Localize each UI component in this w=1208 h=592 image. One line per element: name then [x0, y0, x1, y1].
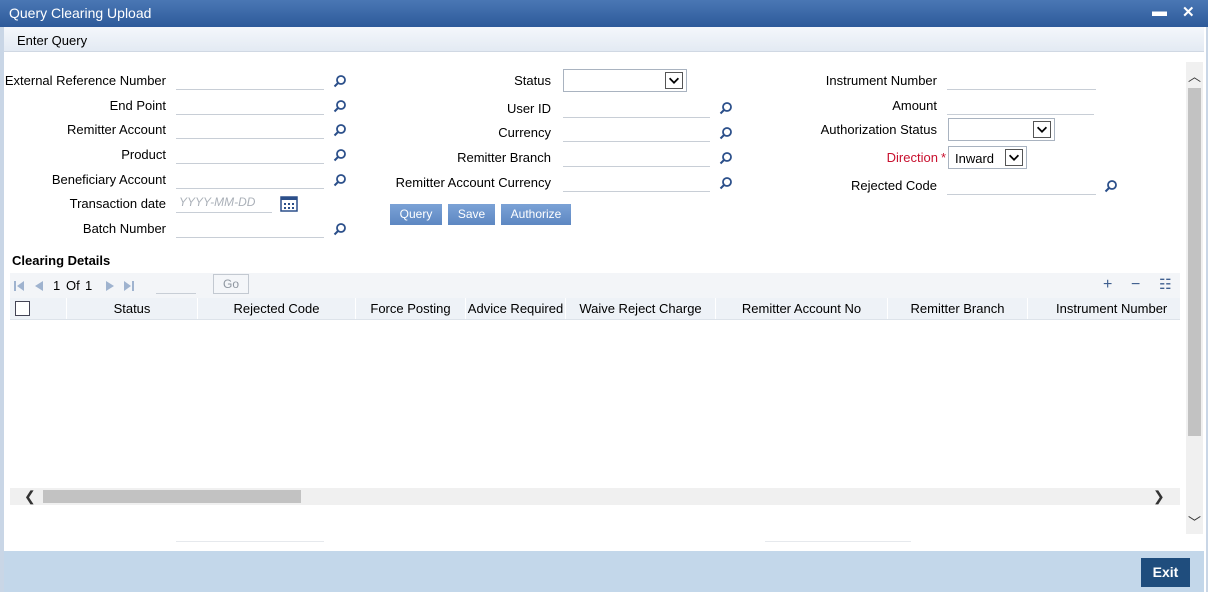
footer-bar: Exit [4, 551, 1204, 592]
add-row-icon[interactable]: + [1103, 276, 1112, 294]
last-page-icon[interactable] [122, 279, 136, 293]
amount-input[interactable] [947, 93, 1094, 115]
beneficiary-account-input[interactable] [176, 167, 324, 189]
instrument-number-label: Instrument Number [825, 73, 937, 88]
end-point-label: End Point [109, 98, 166, 113]
menu-bar: Enter Query [4, 27, 1204, 52]
grid-header: Status Rejected Code Force Posting Advic… [10, 298, 1180, 320]
beneficiary-account-label: Beneficiary Account [51, 172, 166, 187]
select-all-checkbox[interactable] [15, 301, 30, 316]
chevron-down-icon[interactable] [665, 72, 683, 89]
authorization-status-label: Authorization Status [820, 122, 937, 137]
remitter-account-label: Remitter Account [67, 122, 166, 137]
search-icon[interactable] [1104, 179, 1118, 193]
search-icon[interactable] [333, 173, 347, 187]
scroll-up-icon[interactable]: ︿ [1188, 66, 1201, 85]
window-title: Query Clearing Upload [9, 5, 152, 21]
search-icon[interactable] [333, 74, 347, 88]
column-header[interactable]: Remitter Branch [888, 298, 1028, 319]
transaction-date-label: Transaction date [69, 196, 166, 211]
remitter-branch-input[interactable] [563, 145, 710, 167]
exit-button[interactable]: Exit [1141, 558, 1190, 587]
direction-label: Direction * [770, 150, 946, 165]
remitter-account-currency-input[interactable] [563, 170, 710, 192]
chevron-down-icon[interactable] [1033, 121, 1051, 138]
scroll-down-icon[interactable]: ﹀ [1188, 512, 1201, 531]
divider [765, 541, 911, 542]
vertical-scroll-thumb[interactable] [1188, 88, 1201, 436]
product-input[interactable] [176, 142, 324, 164]
instrument-number-input[interactable] [947, 68, 1096, 90]
search-icon[interactable] [333, 222, 347, 236]
select-all-column [10, 298, 67, 319]
batch-number-label: Batch Number [82, 221, 166, 236]
close-icon[interactable]: ✕ [1182, 3, 1195, 21]
rejected-code-label: Rejected Code [851, 178, 937, 193]
search-icon[interactable] [719, 101, 733, 115]
remitter-account-currency-label: Remitter Account Currency [395, 175, 551, 190]
next-page-icon[interactable] [103, 279, 117, 293]
remitter-branch-label: Remitter Branch [457, 150, 551, 165]
authorization-status-select[interactable] [948, 118, 1055, 141]
search-icon[interactable] [719, 126, 733, 140]
save-button[interactable]: Save [448, 204, 495, 225]
horizontal-scroll-thumb[interactable] [43, 490, 301, 503]
required-marker: * [940, 150, 946, 165]
total-pages: 1 [85, 278, 93, 293]
direction-value: Inward [955, 151, 995, 166]
direction-select[interactable]: Inward [948, 146, 1027, 169]
page-number-input[interactable] [156, 275, 196, 294]
scroll-left-icon[interactable]: ❮ [24, 488, 36, 505]
column-header[interactable]: Instrument Number [1028, 298, 1180, 319]
calendar-icon[interactable] [280, 196, 298, 212]
page-of-label: Of [66, 278, 80, 293]
search-icon[interactable] [719, 151, 733, 165]
search-icon[interactable] [333, 99, 347, 113]
search-icon[interactable] [333, 148, 347, 162]
rejected-code-input[interactable] [947, 173, 1096, 195]
menu-enter-query[interactable]: Enter Query [17, 33, 87, 48]
status-label: Status [514, 73, 551, 88]
delete-row-icon[interactable]: − [1131, 276, 1140, 294]
search-icon[interactable] [333, 123, 347, 137]
user-id-label: User ID [506, 101, 551, 116]
clearing-details-title: Clearing Details [12, 253, 111, 268]
search-icon[interactable] [719, 176, 733, 190]
external-reference-number-input[interactable] [176, 68, 324, 90]
chevron-down-icon[interactable] [1005, 149, 1023, 166]
go-button[interactable]: Go [213, 274, 249, 294]
horizontal-scrollbar[interactable]: ❮ ❯ [10, 488, 1180, 505]
direction-label-text: Direction [886, 150, 938, 165]
column-header[interactable]: Remitter Account No [716, 298, 888, 319]
current-page: 1 [53, 278, 61, 293]
transaction-date-input[interactable] [176, 191, 272, 213]
external-reference-number-label: External Reference Number [4, 73, 166, 88]
query-button[interactable]: Query [390, 204, 442, 225]
currency-label: Currency [498, 125, 551, 140]
column-header[interactable]: Force Posting [356, 298, 466, 319]
status-select[interactable] [563, 69, 687, 92]
batch-number-input[interactable] [176, 216, 324, 238]
column-header[interactable]: Waive Reject Charge [566, 298, 716, 319]
column-header[interactable]: Rejected Code [198, 298, 356, 319]
first-page-icon[interactable] [12, 279, 26, 293]
end-point-input[interactable] [176, 93, 324, 115]
currency-input[interactable] [563, 120, 710, 142]
scroll-right-icon[interactable]: ❯ [1153, 488, 1165, 505]
remitter-account-input[interactable] [176, 117, 324, 139]
column-header[interactable]: Advice Required [466, 298, 566, 319]
previous-page-icon[interactable] [32, 279, 46, 293]
column-header[interactable]: Status [67, 298, 198, 319]
divider [176, 541, 324, 542]
product-label: Product [121, 147, 166, 162]
view-list-icon[interactable]: ☷ [1159, 276, 1172, 293]
user-id-input[interactable] [563, 96, 710, 118]
grid-pager: 1 Of 1 Go + − ☷ [10, 273, 1180, 298]
title-bar: Query Clearing Upload ▬ ✕ [0, 0, 1208, 27]
authorize-button[interactable]: Authorize [501, 204, 571, 225]
vertical-scrollbar[interactable]: ︿ ﹀ [1186, 62, 1203, 534]
minimize-icon[interactable]: ▬ [1152, 3, 1167, 20]
amount-label: Amount [892, 98, 937, 113]
